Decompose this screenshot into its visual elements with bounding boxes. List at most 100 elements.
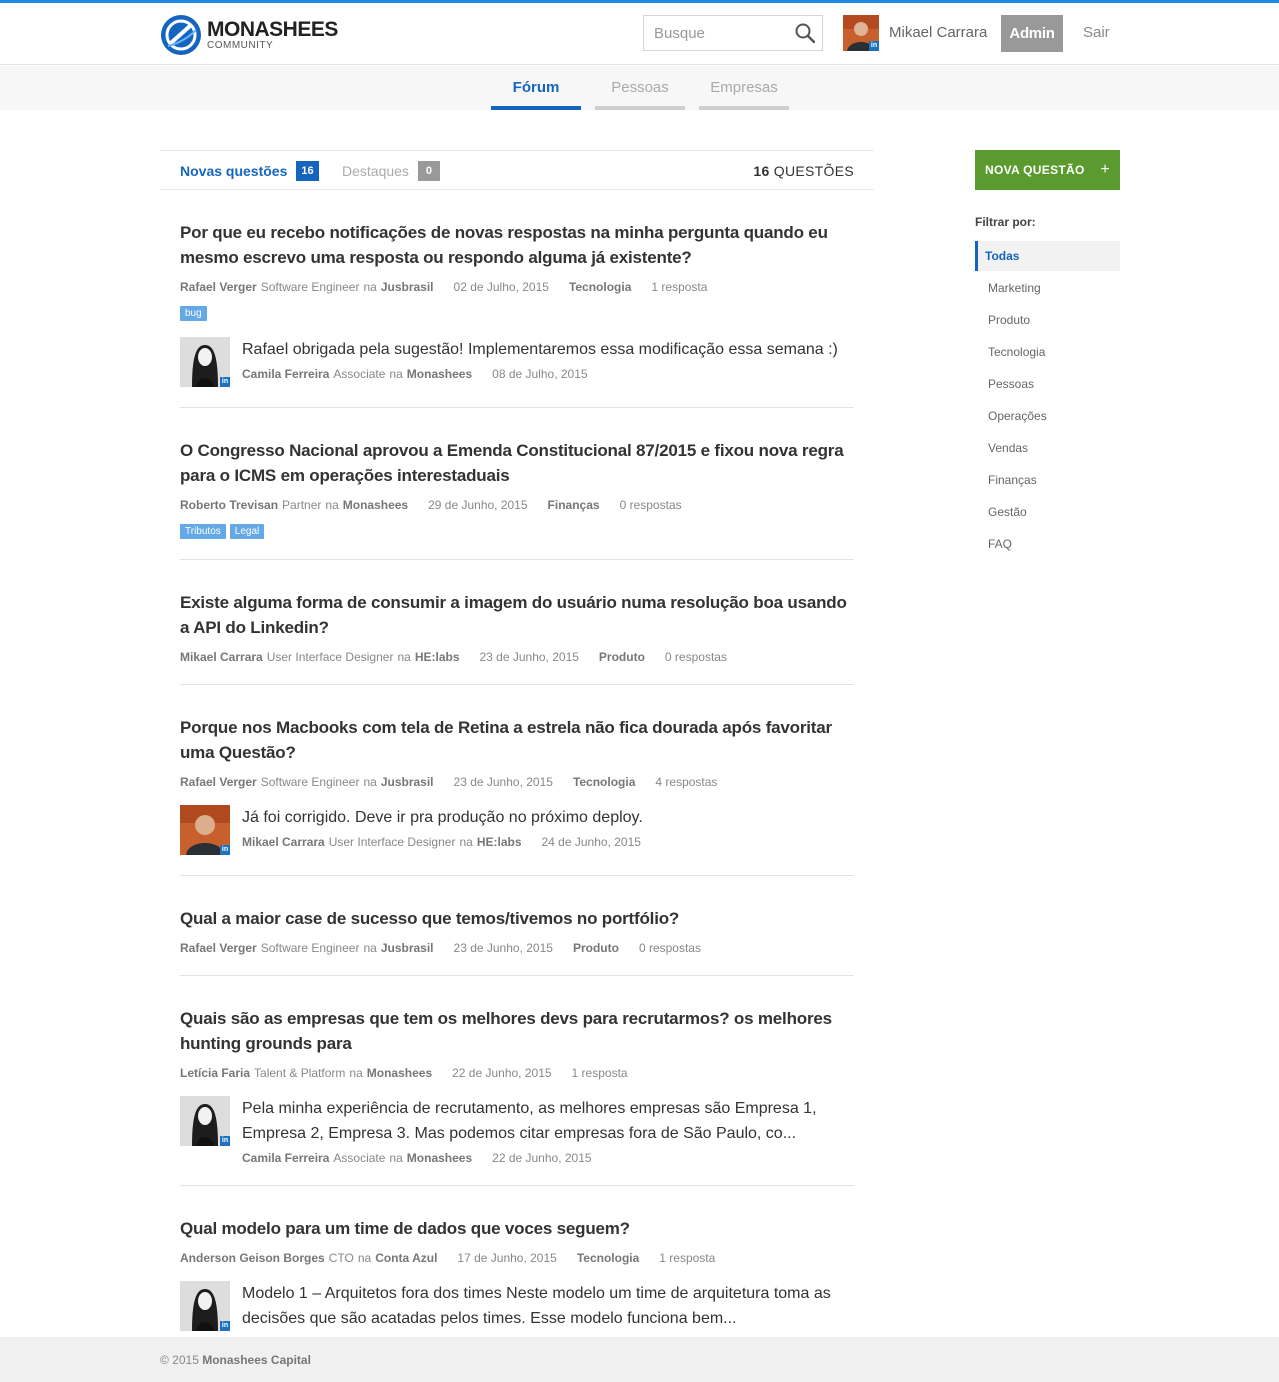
answer-text[interactable]: Rafael obrigada pela sugestão! Implement…: [242, 337, 838, 362]
question-category[interactable]: Tecnologia: [569, 280, 631, 294]
footer-copyright: © 2015 Monashees Capital: [160, 1353, 311, 1367]
question-answer-count[interactable]: 0 respostas: [665, 650, 727, 664]
question-title[interactable]: Porque nos Macbooks com tela de Retina a…: [180, 715, 854, 765]
tab-pessoas[interactable]: Pessoas: [595, 66, 685, 110]
filter-tecnologia[interactable]: Tecnologia: [975, 337, 1120, 367]
question-author-company[interactable]: Jusbrasil: [381, 280, 434, 294]
tab-forum[interactable]: Fórum: [491, 66, 581, 110]
questions-count: 16 QUESTÕES: [753, 163, 854, 179]
tag[interactable]: bug: [180, 306, 207, 321]
footer-company[interactable]: Monashees Capital: [202, 1353, 311, 1367]
tab-new-questions[interactable]: Novas questões 16: [180, 161, 319, 181]
answer-author[interactable]: Mikael Carrara: [242, 835, 325, 849]
logout-link[interactable]: Sair: [1083, 24, 1110, 41]
at-label: na: [363, 941, 377, 955]
answer-avatar[interactable]: in: [180, 337, 230, 387]
question-title[interactable]: Qual modelo para um time de dados que vo…: [180, 1216, 854, 1241]
question-author-company[interactable]: HE:labs: [415, 650, 460, 664]
answer-meta: Mikael Carrara User Interface Designer na H…: [242, 835, 643, 849]
answer-preview: in Rafael obrigada pela sugestão! Impleme…: [180, 337, 854, 387]
question-answer-count[interactable]: 0 respostas: [639, 941, 701, 955]
question-item: O Congresso Nacional aprovou a Emenda Co…: [180, 408, 854, 560]
question-answer-count[interactable]: 0 respostas: [620, 498, 682, 512]
tag[interactable]: Legal: [229, 524, 265, 539]
question-answer-count[interactable]: 1 resposta: [572, 1066, 628, 1080]
question-item: Qual a maior case de sucesso que temos/t…: [180, 876, 854, 976]
answer-author[interactable]: Camila Ferreira: [242, 1151, 329, 1165]
search-icon[interactable]: [795, 23, 815, 43]
answer-author-company[interactable]: Monashees: [407, 367, 472, 381]
question-author-company[interactable]: Monashees: [367, 1066, 432, 1080]
question-title[interactable]: O Congresso Nacional aprovou a Emenda Co…: [180, 438, 854, 488]
filter-faq[interactable]: FAQ: [975, 529, 1120, 559]
new-question-button[interactable]: NOVA QUESTÃO +: [975, 150, 1120, 190]
search-input[interactable]: [644, 16, 784, 50]
answer-text[interactable]: Modelo 1 – Arquitetos fora dos times Nes…: [242, 1281, 854, 1331]
question-meta: Rafael Verger Software Engineer na Jusbrasi…: [180, 775, 854, 789]
question-author[interactable]: Mikael Carrara: [180, 650, 263, 664]
answer-text[interactable]: Já foi corrigido. Deve ir pra produção n…: [242, 805, 643, 830]
question-author-company[interactable]: Conta Azul: [375, 1251, 437, 1265]
user-avatar[interactable]: in: [843, 15, 879, 51]
question-title[interactable]: Existe alguma forma de consumir a imagem…: [180, 590, 854, 640]
question-author-company[interactable]: Jusbrasil: [381, 775, 434, 789]
question-author[interactable]: Rafael Verger: [180, 941, 257, 955]
question-author[interactable]: Rafael Verger: [180, 775, 257, 789]
answer-avatar[interactable]: in: [180, 1281, 230, 1331]
logo-name: MONASHEES: [207, 18, 338, 41]
tag-list: Tributos Legal: [180, 524, 854, 539]
linkedin-icon: in: [869, 41, 879, 51]
answer-avatar[interactable]: in: [180, 1096, 230, 1146]
answer-text[interactable]: Pela minha experiência de recrutamento, …: [242, 1096, 854, 1146]
answer-author-company[interactable]: HE:labs: [477, 835, 522, 849]
sidebar: NOVA QUESTÃO + Filtrar por: Todas Marketi…: [975, 150, 1120, 561]
question-title[interactable]: Por que eu recebo notificações de novas …: [180, 220, 854, 270]
answer-author-company[interactable]: Monashees: [407, 1151, 472, 1165]
filter-operacoes[interactable]: Operações: [975, 401, 1120, 431]
question-category[interactable]: Produto: [573, 941, 619, 955]
at-label: na: [349, 1066, 363, 1080]
question-answer-count[interactable]: 1 resposta: [651, 280, 707, 294]
header: MONASHEES COMMUNITY in Mikael Carrara Ad…: [0, 3, 1279, 65]
main-content: Novas questões 16 Destaques 0 16 QUESTÕE…: [160, 150, 874, 1370]
question-author[interactable]: Letícia Faria: [180, 1066, 250, 1080]
question-author-role: User Interface Designer: [266, 650, 394, 664]
question-author[interactable]: Rafael Verger: [180, 280, 257, 294]
filter-vendas[interactable]: Vendas: [975, 433, 1120, 463]
logo[interactable]: MONASHEES COMMUNITY: [160, 14, 338, 56]
questions-total: 16: [753, 163, 770, 179]
question-item: Quais são as empresas que tem os melhore…: [180, 976, 854, 1186]
filter-financas[interactable]: Finanças: [975, 465, 1120, 495]
admin-button[interactable]: Admin: [1001, 15, 1063, 52]
question-author[interactable]: Anderson Geison Borges: [180, 1251, 325, 1265]
question-title[interactable]: Qual a maior case de sucesso que temos/t…: [180, 906, 854, 931]
question-category[interactable]: Produto: [599, 650, 645, 664]
question-answer-count[interactable]: 1 resposta: [659, 1251, 715, 1265]
question-author-role: Software Engineer: [260, 280, 360, 294]
question-meta: Roberto Trevisan Partner na Monashees 29 de …: [180, 498, 854, 512]
new-question-label: NOVA QUESTÃO: [985, 163, 1085, 177]
question-category[interactable]: Finanças: [548, 498, 600, 512]
question-item: Por que eu recebo notificações de novas …: [180, 190, 854, 408]
answer-author[interactable]: Camila Ferreira: [242, 367, 329, 381]
user-name[interactable]: Mikael Carrara: [889, 24, 987, 41]
question-author-company[interactable]: Monashees: [343, 498, 408, 512]
answer-avatar[interactable]: in: [180, 805, 230, 855]
question-category[interactable]: Tecnologia: [573, 775, 635, 789]
question-date: 23 de Junho, 2015: [479, 650, 579, 664]
question-author-company[interactable]: Jusbrasil: [381, 941, 434, 955]
question-author[interactable]: Roberto Trevisan: [180, 498, 278, 512]
tab-empresas[interactable]: Empresas: [699, 66, 789, 110]
filter-gestao[interactable]: Gestão: [975, 497, 1120, 527]
question-author-role: Software Engineer: [260, 775, 360, 789]
filter-todas[interactable]: Todas: [975, 241, 1120, 271]
tab-featured[interactable]: Destaques 0: [342, 161, 440, 181]
filter-produto[interactable]: Produto: [975, 305, 1120, 335]
filter-marketing[interactable]: Marketing: [975, 273, 1120, 303]
filter-pessoas[interactable]: Pessoas: [975, 369, 1120, 399]
question-date: 23 de Junho, 2015: [453, 941, 553, 955]
tag[interactable]: Tributos: [180, 524, 226, 539]
question-category[interactable]: Tecnologia: [577, 1251, 639, 1265]
question-title[interactable]: Quais são as empresas que tem os melhore…: [180, 1006, 854, 1056]
question-answer-count[interactable]: 4 respostas: [655, 775, 717, 789]
